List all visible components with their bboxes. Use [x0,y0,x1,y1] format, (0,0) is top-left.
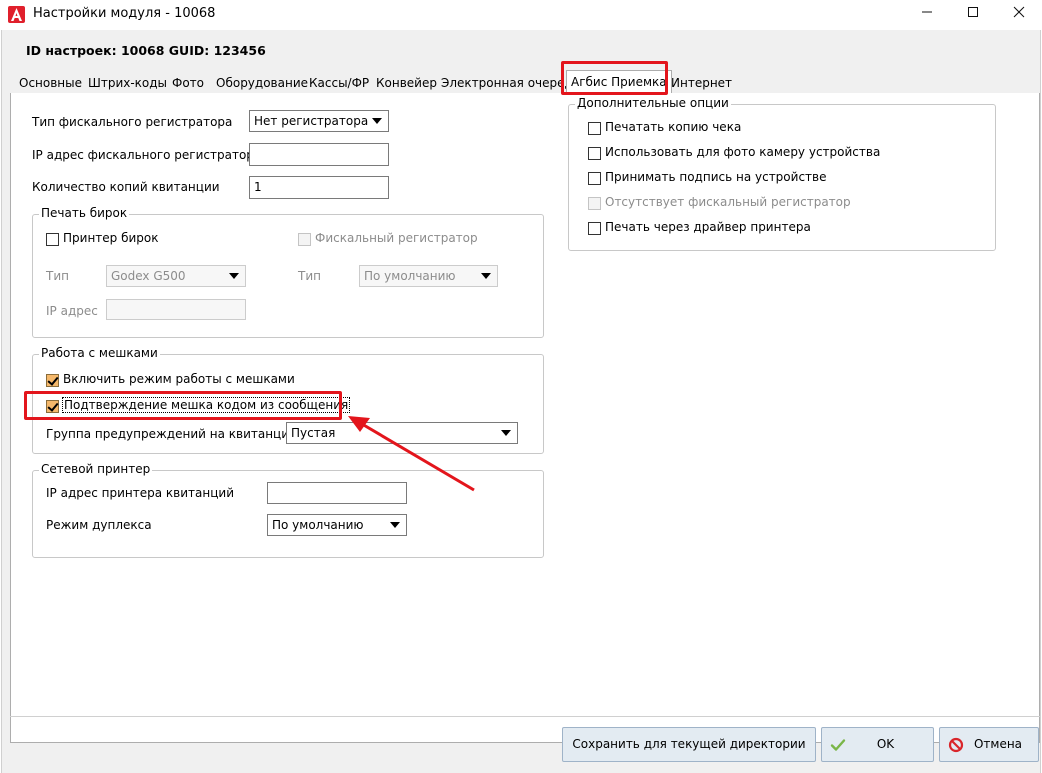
tag-ip-input[interactable] [106,299,246,320]
close-button[interactable] [996,0,1042,30]
print-receipt-copy-checkbox[interactable] [588,122,601,135]
print-via-driver-label: Печать через драйвер принтера [605,220,811,234]
warning-group-label: Группа предупреждений на квитанции [46,427,297,441]
tag-type-select[interactable]: Godex G500 [106,265,246,287]
save-for-directory-button[interactable]: Сохранить для текущей директории [562,727,816,762]
fiscal-type-label: Тип фискального регистратора [32,115,233,129]
tag-type-value: Godex G500 [111,269,186,283]
annotation-arrow-icon [348,416,475,492]
fiscal-ip-label: IP адрес фискального регистратора [32,148,262,162]
tag-printing-group: Печать бирок Принтер бирок Фискальный ре… [32,206,544,338]
fiscal-type-value-2: По умолчанию [364,269,456,283]
tab-barcodes[interactable]: Штрих-коды [88,74,167,94]
copies-label: Количество копий квитанции [32,180,220,194]
device-signature-checkbox[interactable] [588,172,601,185]
copies-input[interactable]: 1 [249,176,389,199]
no-fiscal-registrar-label: Отсутствует фискальный регистратор [605,195,851,209]
tab-equipment[interactable]: Оборудование [216,74,308,94]
network-printer-title: Сетевой принтер [39,462,153,476]
duplex-mode-select[interactable]: По умолчанию [267,514,407,536]
chevron-down-icon [481,273,491,279]
use-device-camera-label: Использовать для фото камеру устройства [605,145,881,159]
tab-cash-fr[interactable]: Кассы/ФР [309,74,369,94]
fiscal-registrar-checkbox[interactable] [298,233,311,246]
ok-button[interactable]: OK [821,727,934,762]
fiscal-registrar-label: Фискальный регистратор [315,231,478,245]
enable-bags-checkbox[interactable] [46,374,59,387]
maximize-icon [968,7,978,17]
settings-id-line: ID настроек: 10068 GUID: 123456 [26,43,266,58]
save-for-directory-label: Сохранить для текущей директории [572,737,806,751]
receipt-printer-ip-label: IP адрес принтера квитанций [46,486,234,500]
tag-printing-title: Печать бирок [39,206,130,220]
bags-group-title: Работа с мешками [39,346,160,360]
warning-group-value: Пустая [291,426,336,440]
checkmark-icon [830,739,846,751]
chevron-down-icon [390,522,400,528]
print-receipt-copy-label: Печатать копию чека [605,120,742,134]
fiscal-type-select-2[interactable]: По умолчанию [359,265,498,287]
duplex-mode-label: Режим дуплекса [46,518,152,532]
device-signature-label: Принимать подпись на устройстве [605,170,827,184]
minimize-button[interactable] [904,0,950,30]
tab-strip: Основные Штрих-коды Фото Оборудование Ка… [10,70,1040,94]
tag-printer-label: Принтер бирок [63,231,159,245]
fiscal-type-value: Нет регистратора [254,114,369,128]
tab-conveyor[interactable]: Конвейер [376,74,437,94]
maximize-button[interactable] [950,0,996,30]
fiscal-ip-input[interactable] [249,143,389,166]
close-icon [1013,6,1025,18]
use-device-camera-checkbox[interactable] [588,147,601,160]
tab-main[interactable]: Основные [19,74,82,94]
extra-options-group: Дополнительные опции Печатать копию чека… [568,96,996,251]
annotation-box-tab [561,61,668,95]
chevron-down-icon [372,118,382,124]
tab-internet[interactable]: Интернет [671,74,732,94]
window-title: Настройки модуля - 10068 [33,6,216,21]
minimize-icon [922,11,932,13]
cancel-label: Отмена [973,737,1023,751]
app-logo-icon [8,6,25,23]
enable-bags-label: Включить режим работы с мешками [63,372,295,386]
tab-photo[interactable]: Фото [172,74,204,94]
tag-type-label: Тип [46,269,69,283]
fiscal-type-select[interactable]: Нет регистратора [249,110,389,132]
cancel-icon [948,737,964,753]
tab-electronic-queue[interactable]: Электронная очередь [441,74,580,94]
tag-printer-checkbox[interactable] [46,233,59,246]
extra-options-title: Дополнительные опции [575,96,731,110]
chevron-down-icon [501,430,511,436]
ok-label: OK [876,737,895,751]
chevron-down-icon [229,273,239,279]
cancel-button[interactable]: Отмена [939,727,1039,762]
no-fiscal-registrar-checkbox[interactable] [588,197,601,210]
title-bar: Настройки модуля - 10068 [0,0,1042,30]
tag-ip-label: IP адрес [46,304,98,318]
annotation-box-checkbox [24,391,342,420]
duplex-mode-value: По умолчанию [272,518,364,532]
print-via-driver-checkbox[interactable] [588,222,601,235]
fiscal-type-label-2: Тип [298,269,321,283]
bottom-divider [10,716,1040,717]
